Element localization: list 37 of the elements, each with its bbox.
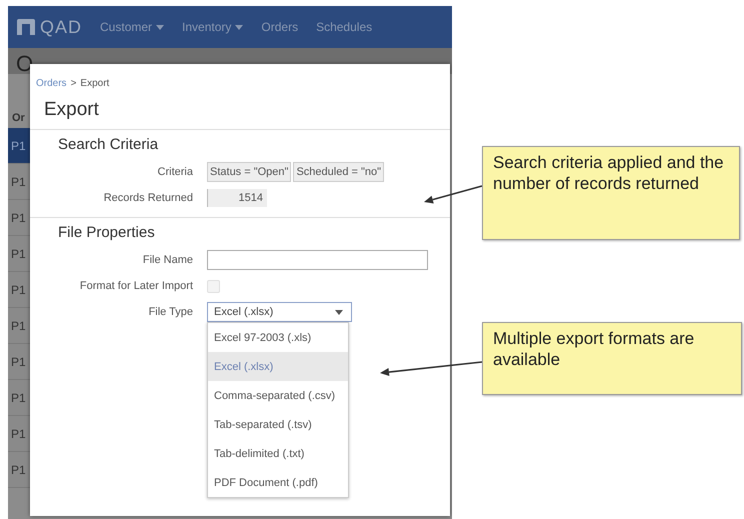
dropdown-option[interactable]: Excel (.xlsx) <box>208 352 348 381</box>
callout-note: Multiple export formats are available <box>482 322 742 395</box>
arrow <box>424 185 482 204</box>
dialog-title: Export <box>30 89 450 130</box>
field-label: File Name <box>142 254 194 266</box>
caret-icon <box>335 310 343 314</box>
dropdown-option[interactable]: Tab-separated (.tsv) <box>208 410 348 439</box>
field-label: File Type <box>148 306 194 318</box>
criteria-chip: Status = "Open" <box>207 162 292 182</box>
dropdown-option[interactable]: Excel 97-2003 (.xls) <box>208 323 348 352</box>
list-row[interactable]: P1 <box>8 128 30 164</box>
breadcrumb-separator: > <box>70 78 76 89</box>
column-header: Or <box>11 111 26 126</box>
dropdown-select[interactable]: Excel (.xlsx) <box>207 302 352 322</box>
nav-menu-item[interactable]: Customer <box>100 20 164 34</box>
breadcrumb-link[interactable]: Orders <box>36 78 67 89</box>
dropdown-option[interactable]: Comma-separated (.csv) <box>208 381 348 410</box>
caret-icon <box>156 24 164 30</box>
section-title: Search Criteria <box>57 136 160 155</box>
logo-icon <box>16 18 36 36</box>
select-value: Excel (.xlsx) <box>214 306 274 318</box>
caret-icon <box>235 24 244 30</box>
callout-note: Search criteria applied and the number of records returned <box>482 146 740 240</box>
criteria-chip: Scheduled = "no" <box>293 162 384 182</box>
field-label: Criteria <box>156 166 194 178</box>
dropdown-option[interactable]: Tab-delimited (.txt) <box>208 439 348 468</box>
nav-menu-item[interactable]: Inventory <box>182 20 244 34</box>
logo-text: QAD <box>40 16 82 38</box>
readonly-field: 1514 <box>207 189 267 207</box>
section-title: File Properties <box>57 224 156 243</box>
field-label: Records Returned <box>102 192 194 204</box>
field-label: Format for Later Import <box>78 280 194 292</box>
dropdown-option[interactable]: PDF Document (.pdf) <box>208 468 348 497</box>
nav-menu-item[interactable]: Orders <box>261 20 298 34</box>
nav-menu-item[interactable]: Schedules <box>316 20 372 34</box>
breadcrumb-current: Export <box>80 78 110 89</box>
input-field[interactable] <box>207 250 428 270</box>
